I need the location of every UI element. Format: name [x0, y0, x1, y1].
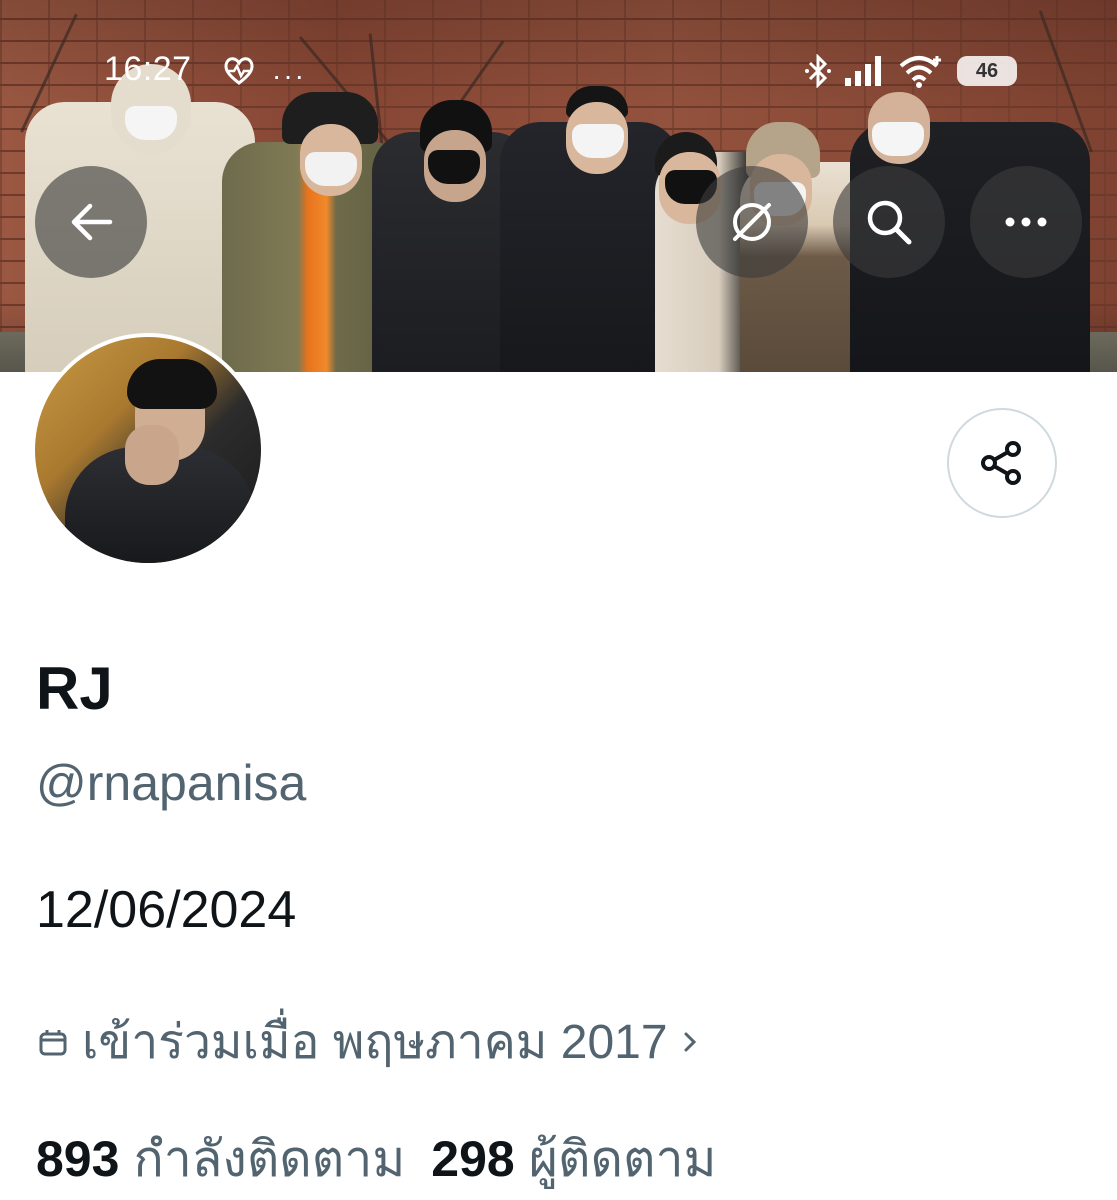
signal-icon	[845, 56, 881, 86]
wifi-icon	[899, 56, 941, 88]
search-button[interactable]	[833, 166, 945, 278]
avatar-image	[35, 337, 261, 563]
status-more-dots-icon: ···	[272, 60, 306, 91]
heart-rate-icon	[224, 57, 254, 85]
followers-count: 298	[431, 1131, 515, 1187]
user-handle: @rnapanisa	[36, 755, 307, 811]
status-time: 16:27	[104, 50, 192, 88]
more-button[interactable]	[970, 166, 1082, 278]
arrow-left-icon	[71, 203, 113, 241]
following-label: กำลังติดตาม	[133, 1131, 406, 1187]
profile-avatar[interactable]	[31, 333, 265, 567]
search-icon	[867, 200, 912, 245]
following-link[interactable]: 893 กำลังติดตาม	[36, 1120, 405, 1199]
followers-link[interactable]: 298 ผู้ติดตาม	[431, 1120, 716, 1199]
display-name: RJ	[36, 655, 113, 722]
profile-bio: 12/06/2024	[36, 881, 297, 939]
person-figure	[500, 42, 680, 372]
translate-button[interactable]	[696, 166, 808, 278]
status-icons: 46	[805, 54, 1017, 88]
joined-date-text: เข้าร่วมเมื่อ พฤษภาคม 2017	[82, 1016, 668, 1069]
globe-slash-icon	[733, 203, 771, 241]
share-icon	[981, 441, 1021, 485]
battery-indicator: 46	[957, 56, 1017, 86]
follow-stats: 893 กำลังติดตาม 298 ผู้ติดตาม	[36, 1120, 716, 1199]
bluetooth-icon	[805, 54, 831, 88]
following-count: 893	[36, 1131, 120, 1187]
calendar-icon	[39, 1030, 67, 1056]
more-horizontal-icon	[1005, 217, 1047, 227]
joined-date[interactable]: เข้าร่วมเมื่อ พฤษภาคม 2017	[36, 1004, 702, 1080]
share-button[interactable]	[947, 408, 1057, 518]
followers-label: ผู้ติดตาม	[528, 1131, 717, 1187]
chevron-right-icon	[684, 1032, 696, 1052]
back-button[interactable]	[35, 166, 147, 278]
